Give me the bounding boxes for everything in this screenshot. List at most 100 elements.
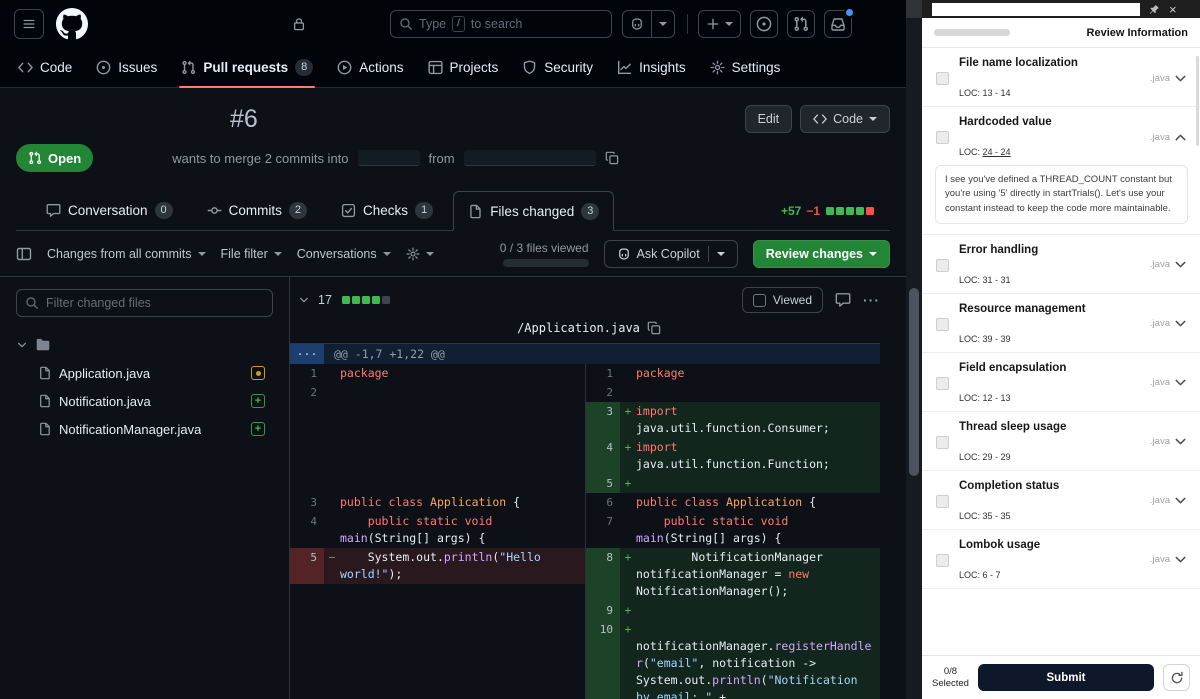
review-item-checkbox[interactable]	[936, 72, 949, 85]
submit-button[interactable]: Submit	[978, 664, 1154, 691]
file-filter-dropdown[interactable]: File filter	[221, 247, 282, 261]
toggle-file-tree-button[interactable]	[16, 246, 32, 262]
review-item-checkbox[interactable]	[936, 436, 949, 449]
review-changes-button[interactable]: Review changes	[753, 240, 890, 268]
review-item-checkbox[interactable]	[936, 554, 949, 567]
review-item-resource-management[interactable]: Resource management.javaLOC: 39 - 39	[922, 294, 1200, 353]
review-item-completion-status[interactable]: Completion status.javaLOC: 35 - 35	[922, 471, 1200, 530]
nav-item-insights[interactable]: Insights	[607, 48, 696, 88]
github-logo[interactable]	[56, 8, 88, 40]
hamburger-icon	[22, 17, 36, 31]
close-panel-button[interactable]: ×	[1169, 3, 1177, 16]
line-number[interactable]: 9	[586, 601, 620, 620]
file-filter-label: File filter	[221, 247, 268, 261]
chevron-down-icon[interactable]	[1173, 257, 1188, 272]
copy-branch-button[interactable]	[605, 151, 619, 165]
tree-file-notificationmanager-java[interactable]: NotificationManager.java+	[16, 415, 273, 443]
conversations-dropdown[interactable]: Conversations	[297, 247, 391, 261]
scrollbar-thumb[interactable]	[909, 288, 919, 476]
code-dropdown-button[interactable]: Code	[800, 105, 890, 133]
nav-item-code[interactable]: Code	[8, 48, 82, 88]
tab-commits[interactable]: Commits2	[193, 190, 321, 230]
expand-hunk-button[interactable]: ···	[290, 344, 324, 364]
line-number[interactable]: 4	[290, 512, 324, 548]
line-number[interactable]: 3	[290, 493, 324, 512]
viewed-toggle[interactable]: Viewed	[742, 287, 823, 313]
create-new-button[interactable]	[699, 11, 740, 37]
refresh-button[interactable]	[1163, 664, 1190, 691]
tree-file-notification-java[interactable]: Notification.java+	[16, 387, 273, 415]
code-button-label: Code	[833, 112, 863, 126]
filter-changed-files-input[interactable]	[46, 296, 264, 310]
diff-settings-dropdown[interactable]	[406, 247, 434, 261]
copilot-dropdown[interactable]	[651, 11, 674, 37]
tree-file-application-java[interactable]: Application.java	[16, 359, 273, 387]
review-item-hardcoded-value[interactable]: Hardcoded value.javaLOC: 24 - 24I see yo…	[922, 107, 1200, 235]
review-item-checkbox[interactable]	[936, 318, 949, 331]
global-menu-button[interactable]	[14, 9, 44, 39]
review-item-lombok-usage[interactable]: Lombok usage.javaLOC: 6 - 7	[922, 530, 1200, 589]
nav-item-pull-requests[interactable]: Pull requests8	[171, 48, 323, 88]
line-number[interactable]: 5	[586, 474, 620, 493]
tab-files-changed[interactable]: Files changed3	[453, 191, 614, 231]
code-line	[340, 602, 585, 619]
issues-button[interactable]	[750, 10, 778, 38]
chevron-down-icon[interactable]	[1173, 434, 1188, 449]
line-number[interactable]: 10	[586, 620, 620, 699]
tree-folder-row[interactable]	[16, 331, 273, 359]
chevron-down-icon[interactable]	[1173, 375, 1188, 390]
review-item-file-name-localization[interactable]: File name localization.javaLOC: 13 - 14	[922, 48, 1200, 107]
chevron-down-icon[interactable]	[1173, 71, 1188, 86]
line-number[interactable]	[290, 474, 324, 493]
line-number[interactable]: 4	[586, 438, 620, 474]
loc-value[interactable]: 24 - 24	[983, 147, 1011, 157]
review-item-field-encapsulation[interactable]: Field encapsulation.javaLOC: 12 - 13	[922, 353, 1200, 412]
review-item-checkbox[interactable]	[936, 377, 949, 390]
nav-item-security[interactable]: Security	[512, 48, 603, 88]
edit-button[interactable]: Edit	[745, 105, 793, 133]
inbox-button[interactable]	[824, 10, 852, 38]
tab-conversation[interactable]: Conversation0	[32, 190, 187, 230]
line-number[interactable]	[290, 620, 324, 639]
viewed-checkbox[interactable]	[753, 294, 766, 307]
line-number[interactable]: 2	[586, 383, 620, 402]
nav-item-settings[interactable]: Settings	[700, 48, 791, 88]
comment-icon[interactable]	[835, 292, 851, 308]
chevron-down-icon[interactable]	[16, 339, 28, 351]
line-number[interactable]: 8	[586, 548, 620, 601]
line-number[interactable]: 1	[586, 364, 620, 383]
line-number[interactable]: 6	[586, 493, 620, 512]
panel-scrollbar[interactable]	[1196, 56, 1199, 146]
review-item-checkbox[interactable]	[936, 495, 949, 508]
chevron-down-icon[interactable]	[1173, 493, 1188, 508]
nav-item-issues[interactable]: Issues	[86, 48, 167, 88]
collapse-file-button[interactable]	[298, 294, 310, 306]
review-item-thread-sleep-usage[interactable]: Thread sleep usage.javaLOC: 29 - 29	[922, 412, 1200, 471]
global-search-input[interactable]: Type / to search	[390, 10, 612, 38]
ask-copilot-button[interactable]: Ask Copilot	[604, 240, 738, 268]
line-number[interactable]	[290, 601, 324, 620]
nav-item-projects[interactable]: Projects	[418, 48, 509, 88]
copy-path-button[interactable]	[647, 321, 661, 335]
line-number[interactable]	[290, 438, 324, 457]
line-number[interactable]: 5	[290, 548, 324, 584]
line-number[interactable]	[290, 402, 324, 421]
page-scrollbar[interactable]	[906, 0, 922, 699]
review-item-error-handling[interactable]: Error handling.javaLOC: 31 - 31	[922, 235, 1200, 294]
pin-icon[interactable]	[1149, 4, 1160, 15]
line-number[interactable]: 2	[290, 383, 324, 402]
chevron-up-icon[interactable]	[1173, 130, 1188, 145]
copilot-button[interactable]	[623, 11, 651, 37]
chevron-down-icon[interactable]	[1173, 316, 1188, 331]
nav-item-actions[interactable]: Actions	[327, 48, 413, 88]
tab-checks[interactable]: Checks1	[327, 190, 447, 230]
changes-from-dropdown[interactable]: Changes from all commits	[47, 247, 206, 261]
chevron-down-icon[interactable]	[1173, 552, 1188, 567]
line-number[interactable]: 7	[586, 512, 620, 548]
file-options-kebab[interactable]: ···	[863, 292, 880, 308]
line-number[interactable]: 3	[586, 402, 620, 438]
review-item-checkbox[interactable]	[936, 259, 949, 272]
review-item-checkbox[interactable]	[936, 131, 949, 144]
pull-requests-button[interactable]	[787, 10, 815, 38]
line-number[interactable]: 1	[290, 364, 324, 383]
